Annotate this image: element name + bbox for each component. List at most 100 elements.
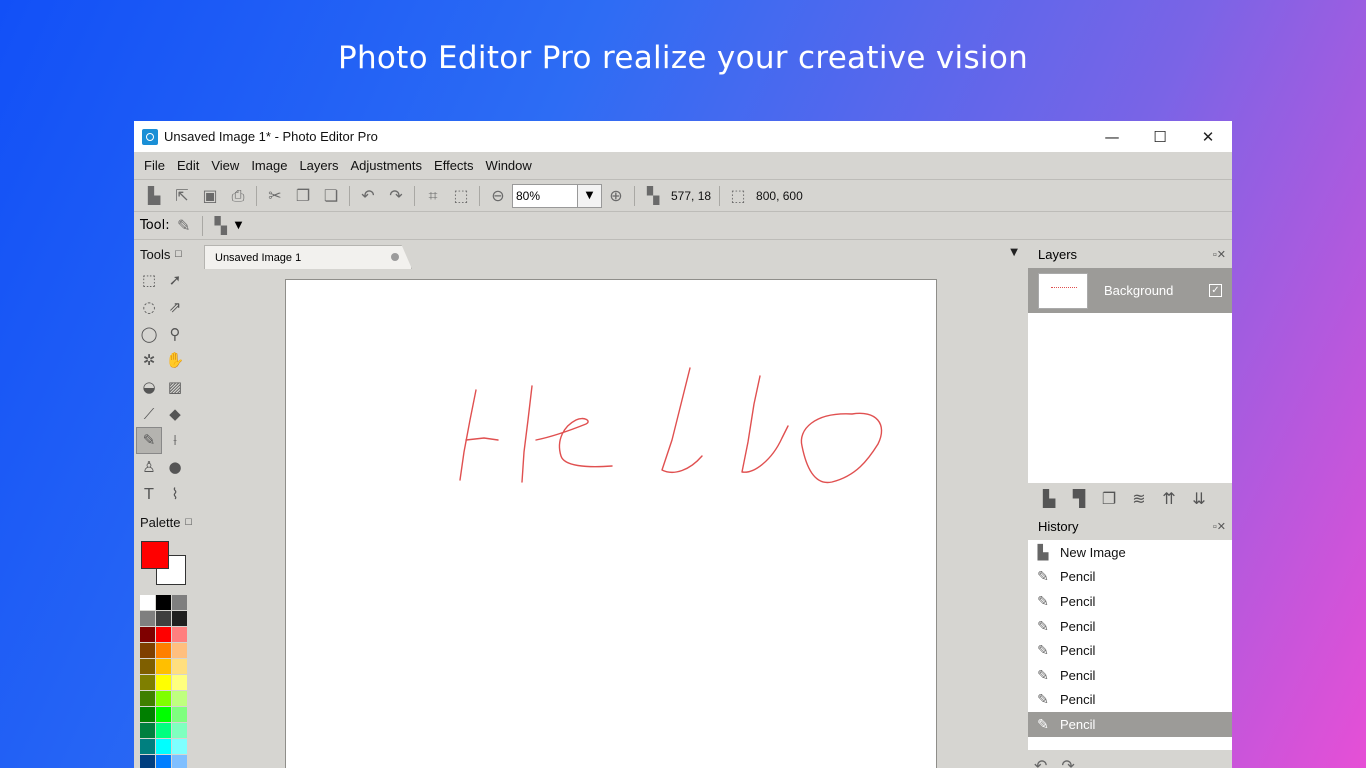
delete-layer-icon[interactable]: ▜ [1066,487,1092,509]
move-selected-icon[interactable]: ⇗ [162,294,188,321]
menu-layers[interactable]: Layers [293,158,344,173]
palette-color-swatch[interactable] [172,723,187,739]
history-redo-icon[interactable]: ↷ [1061,756,1074,768]
palette-color-swatch[interactable] [140,675,155,691]
palette-color-swatch[interactable] [172,755,187,768]
duplicate-layer-icon[interactable]: ❐ [1096,487,1122,509]
palette-color-swatch[interactable] [172,627,187,643]
magic-wand-icon[interactable]: ✲ [136,347,162,374]
history-item[interactable]: ✎ Pencil [1028,688,1232,713]
menu-edit[interactable]: Edit [171,158,205,173]
palette-color-swatch[interactable] [156,627,171,643]
recolor-icon[interactable]: ● [162,454,188,481]
blend-mode-icon[interactable]: ▚ [210,215,232,237]
pin-icon[interactable]: ☐ [174,249,182,260]
menu-image[interactable]: Image [245,158,293,173]
new-file-icon[interactable]: ▙ [143,185,165,207]
palette-color-swatch[interactable] [156,611,171,627]
palette-color-swatch[interactable] [140,707,155,723]
palette-color-swatch[interactable] [156,739,171,755]
palette-color-swatch[interactable] [172,739,187,755]
palette-color-swatch[interactable] [156,707,171,723]
rectangle-select-icon[interactable]: ⬚ [136,267,162,294]
palette-color-swatch[interactable] [156,675,171,691]
palette-color-swatch[interactable] [156,755,171,768]
pan-hand-icon[interactable]: ✋ [162,347,188,374]
minimize-button[interactable]: — [1088,121,1136,152]
history-item[interactable]: ▙ New Image [1028,540,1232,565]
move-layer-down-icon[interactable]: ⇊ [1186,487,1212,509]
history-item-selected[interactable]: ✎ Pencil [1028,712,1232,737]
palette-color-swatch[interactable] [140,755,155,768]
merge-layer-icon[interactable]: ≋ [1126,487,1152,509]
palette-color-swatch[interactable] [140,739,155,755]
open-file-icon[interactable]: ⇱ [171,185,193,207]
menu-adjustments[interactable]: Adjustments [344,158,428,173]
paintbrush-icon[interactable]: ⟋ [136,400,162,427]
palette-color-swatch[interactable] [172,611,187,627]
palette-color-swatch[interactable] [156,723,171,739]
palette-color-swatch[interactable] [140,611,155,627]
primary-color-swatch[interactable] [141,541,169,570]
layer-visibility-checkbox[interactable]: ✓ [1209,284,1222,297]
palette-color-swatch[interactable] [156,691,171,707]
save-icon[interactable]: ▣ [199,185,221,207]
menu-view[interactable]: View [205,158,245,173]
history-item[interactable]: ✎ Pencil [1028,565,1232,590]
tab-list-dropdown-icon[interactable]: ▼ [1010,247,1018,258]
palette-color-swatch[interactable] [172,675,187,691]
zoom-input[interactable]: 80% [512,183,578,208]
paint-bucket-icon[interactable]: ◒ [136,374,162,401]
redo-icon[interactable]: ↷ [385,185,407,207]
zoom-dropdown-button[interactable]: ▼ [578,183,602,208]
eraser-icon[interactable]: ◆ [162,400,188,427]
gradient-icon[interactable]: ▨ [162,374,188,401]
palette-color-swatch[interactable] [156,659,171,675]
maximize-button[interactable]: ☐ [1136,121,1184,152]
tab-close-icon[interactable] [391,253,399,261]
panel-controls-icon[interactable]: ▫✕ [1213,520,1232,533]
ellipse-select-icon[interactable]: ◯ [136,320,162,347]
copy-icon[interactable]: ❐ [292,185,314,207]
palette-color-swatch[interactable] [140,691,155,707]
palette-color-swatch[interactable] [140,627,155,643]
history-item[interactable]: ✎ Pencil [1028,614,1232,639]
zoom-tool-icon[interactable]: ⚲ [162,320,188,347]
palette-color-swatch[interactable] [172,659,187,675]
undo-icon[interactable]: ↶ [357,185,379,207]
move-selection-icon[interactable]: ➚ [162,267,188,294]
crop-icon[interactable]: ⌗ [422,185,444,207]
zoom-out-icon[interactable]: ⊖ [487,185,509,207]
menu-effects[interactable]: Effects [428,158,480,173]
palette-color-swatch[interactable] [172,595,187,611]
text-tool-icon[interactable]: T [136,481,162,508]
line-curve-icon[interactable]: ⌇ [162,481,188,508]
zoom-in-icon[interactable]: ⊕ [605,185,627,207]
pin-icon[interactable]: ☐ [184,517,192,528]
blend-mode-dropdown-icon[interactable]: ▼ [235,220,243,231]
palette-color-swatch[interactable] [140,659,155,675]
document-tab[interactable]: Unsaved Image 1 [204,245,412,269]
layer-row[interactable]: Background ✓ [1028,268,1232,313]
palette-color-swatch[interactable] [156,595,171,611]
palette-color-swatch[interactable] [140,723,155,739]
print-icon[interactable]: ⎙ [227,185,249,207]
deselect-icon[interactable]: ⬚ [450,185,472,207]
move-layer-up-icon[interactable]: ⇈ [1156,487,1182,509]
close-button[interactable]: ✕ [1184,121,1232,152]
lasso-select-icon[interactable]: ◌ [136,294,162,321]
color-picker-icon[interactable]: ⟊ [162,427,188,454]
palette-color-swatch[interactable] [172,643,187,659]
history-item[interactable]: ✎ Pencil [1028,638,1232,663]
panel-controls-icon[interactable]: ▫✕ [1213,248,1232,261]
menu-file[interactable]: File [138,158,171,173]
palette-color-swatch[interactable] [140,595,155,611]
history-undo-icon[interactable]: ↶ [1034,756,1047,768]
palette-color-swatch[interactable] [156,643,171,659]
clone-stamp-icon[interactable]: ♙ [136,454,162,481]
paste-icon[interactable]: ❏ [320,185,342,207]
cut-icon[interactable]: ✂ [264,185,286,207]
palette-color-swatch[interactable] [172,707,187,723]
palette-color-swatch[interactable] [172,691,187,707]
history-item[interactable]: ✎ Pencil [1028,663,1232,688]
